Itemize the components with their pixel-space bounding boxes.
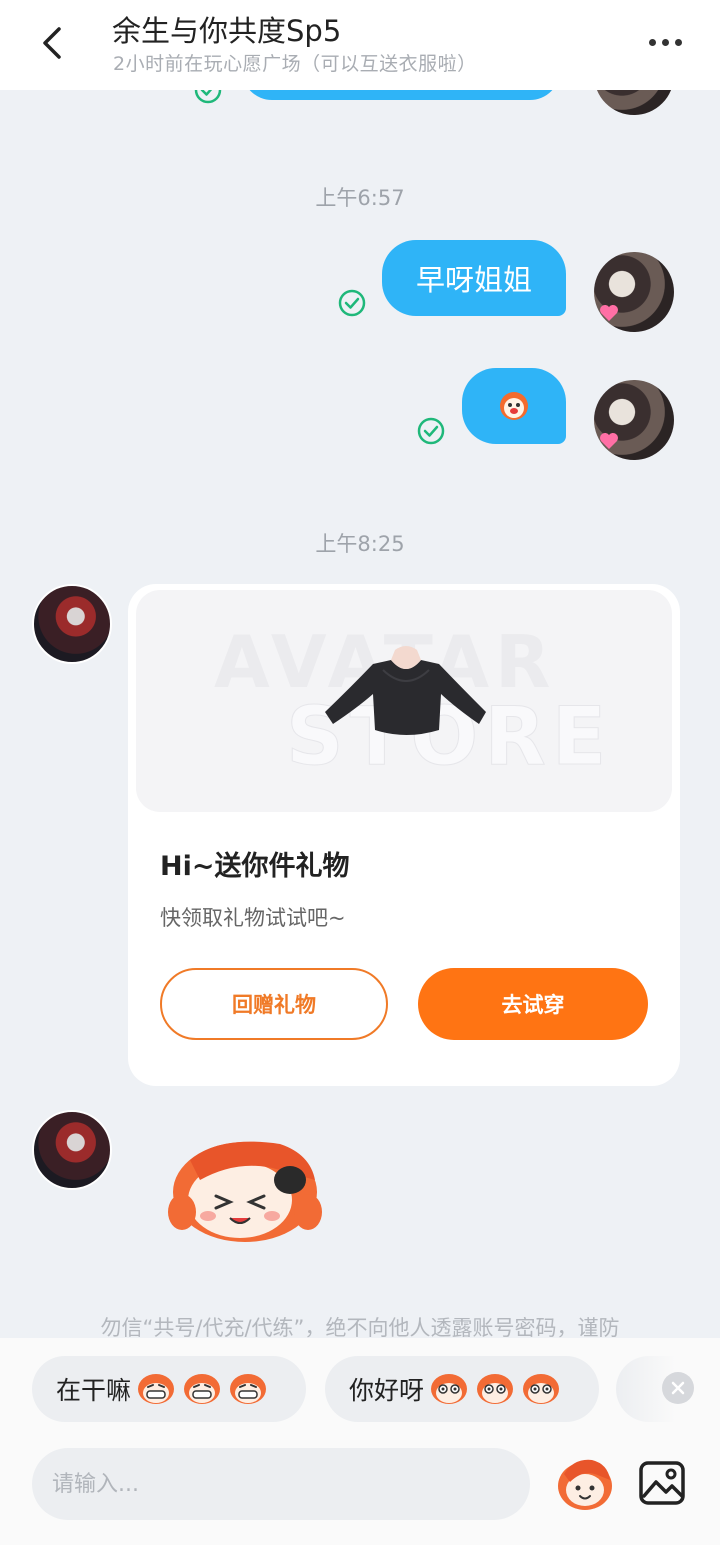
contact-avatar[interactable] [32, 584, 112, 664]
gift-card[interactable]: AVATAR STORE Hi~送你件礼物 快领取礼物试试吧~ 回赠礼物 去试穿 [128, 584, 680, 1086]
grin-face-icon [184, 1374, 221, 1404]
message-bubble[interactable]: 早呀姐姐 [382, 240, 566, 316]
wide-eye-face-icon [431, 1374, 468, 1404]
read-check-icon [194, 90, 222, 104]
grin-face-icon [230, 1374, 267, 1404]
my-avatar[interactable] [594, 90, 674, 115]
chat-subtitle: 2小时前在玩心愿广场（可以互送衣服啦） [113, 53, 477, 75]
quick-reply-text: 你好呀 [349, 1376, 425, 1405]
emoji-icon[interactable] [554, 1452, 616, 1514]
timestamp: 上午6:57 [315, 186, 405, 210]
wide-eye-face-icon [523, 1374, 560, 1404]
garment-icon [325, 646, 486, 735]
back-arrow-icon [43, 27, 61, 59]
contact-avatar[interactable] [32, 1110, 112, 1190]
timestamp: 上午8:25 [315, 532, 405, 556]
chat-title: 余生与你共度Sp5 [112, 14, 342, 48]
message-input[interactable] [52, 1471, 530, 1497]
sticker-emoji-icon [500, 392, 528, 420]
cartoon-sticker-icon[interactable] [160, 1130, 330, 1250]
more-dots-icon [648, 38, 656, 46]
read-check-icon [338, 289, 366, 317]
image-icon[interactable] [638, 1460, 686, 1506]
chat-header: 余生与你共度Sp5 2小时前在玩心愿广场（可以互送衣服啦） [0, 0, 720, 90]
gift-title: Hi~送你件礼物 [160, 851, 350, 882]
message-text: 早呀姐姐 [415, 263, 532, 297]
message-list[interactable]: 上午6:57 早呀姐姐 上午8:25 AVATAR STORE [0, 90, 720, 1340]
bottom-panel: 在干嘛 你好呀 [0, 1338, 720, 1545]
message-bubble-partial[interactable] [242, 90, 560, 100]
try-on-button[interactable]: 去试穿 [418, 968, 648, 1040]
emoji-message-bubble[interactable] [462, 368, 566, 444]
message-input-box[interactable] [32, 1448, 530, 1520]
close-icon [671, 1381, 685, 1395]
return-gift-button[interactable]: 回赠礼物 [160, 968, 388, 1040]
quick-reply-text: 在干嘛 [56, 1376, 132, 1405]
wide-eye-face-icon [477, 1374, 514, 1404]
quick-reply-chip[interactable]: 在干嘛 [32, 1356, 306, 1422]
back-button[interactable] [28, 18, 78, 68]
read-check-icon [417, 417, 445, 445]
more-options-button[interactable] [640, 24, 690, 60]
gift-description: 快领取礼物试试吧~ [160, 906, 346, 930]
gift-preview-image[interactable]: AVATAR STORE [136, 590, 672, 812]
heart-badge-icon [600, 305, 618, 321]
heart-badge-icon [600, 433, 618, 449]
quick-reply-chip[interactable]: 你好呀 [325, 1356, 599, 1422]
safety-notice: 勿信“共号/代充/代练”，绝不向他人透露账号密码，谨防 [100, 1316, 620, 1340]
close-quick-replies-button[interactable] [662, 1372, 694, 1404]
grin-face-icon [138, 1374, 175, 1404]
